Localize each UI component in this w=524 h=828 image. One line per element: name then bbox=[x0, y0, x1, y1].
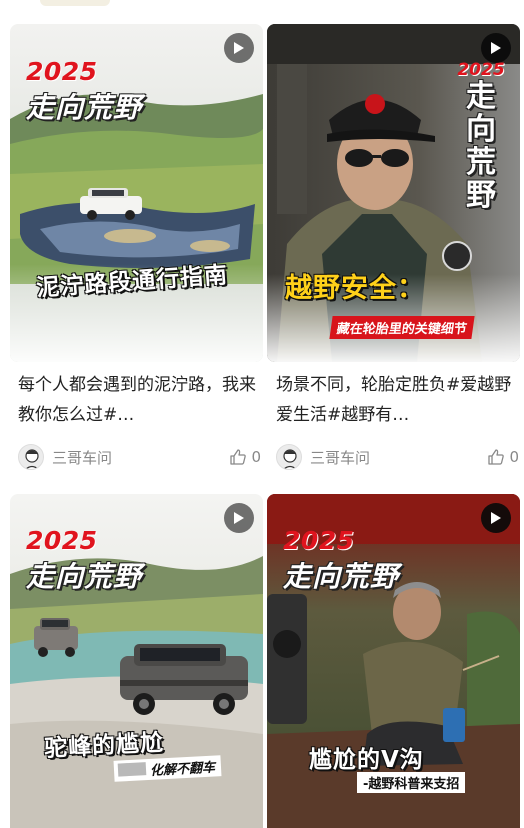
brand-year: 2025 bbox=[457, 60, 505, 80]
brand-slogan: 走向荒野 bbox=[26, 91, 143, 124]
brand-title: 2025 走向荒野 bbox=[283, 526, 399, 595]
brand-title: 2025 走向荒野 bbox=[26, 57, 142, 126]
play-icon[interactable] bbox=[224, 503, 254, 533]
brand-slogan: 走向荒野 bbox=[283, 560, 400, 593]
avatar[interactable] bbox=[18, 444, 44, 470]
play-icon[interactable] bbox=[481, 33, 511, 63]
brand-year: 2025 bbox=[283, 526, 355, 555]
video-caption[interactable]: 场景不同，轮胎定胜负#爱越野爱生活#越野有… bbox=[276, 370, 516, 430]
cover-subtitle: 藏在轮胎里的关键细节 bbox=[335, 322, 468, 337]
avatar[interactable] bbox=[276, 444, 302, 470]
cover-title-text: 尴尬的V沟 bbox=[309, 747, 424, 773]
cover-subtitle-box: 藏在轮胎里的关键细节 bbox=[329, 316, 475, 339]
cover-title: 尴尬的V沟 bbox=[309, 740, 424, 774]
video-thumbnail[interactable]: 2025 走向荒野 泥泞路段通行指南 bbox=[10, 24, 263, 362]
brand-year: 2025 bbox=[26, 526, 98, 555]
brand-year: 2025 bbox=[26, 57, 98, 86]
cover-title-text: 驼峰的尴尬 bbox=[43, 729, 165, 763]
like-count: 0 bbox=[509, 448, 519, 466]
cover-subtitle-box: -越野科普来支招 bbox=[357, 772, 466, 793]
cover-title: 越野安全： bbox=[285, 266, 425, 305]
brand-slogan: 走向荒野 bbox=[26, 560, 143, 593]
video-thumbnail[interactable]: 2025 走向荒野 尴尬的V沟 -越野科普来支招 bbox=[267, 494, 520, 828]
brand-title: 2025 走向荒野 bbox=[26, 526, 142, 595]
cover-subtitle: -越野科普来支招 bbox=[363, 777, 460, 792]
author-name[interactable]: 三哥车问 bbox=[310, 447, 370, 468]
play-icon[interactable] bbox=[481, 503, 511, 533]
play-icon[interactable] bbox=[224, 33, 254, 63]
video-meta: 三哥车问 0 bbox=[18, 444, 261, 470]
blurred-text-mask bbox=[117, 762, 147, 777]
cover-subtitle: 化解不翻车 bbox=[149, 760, 216, 779]
like-button[interactable]: 0 bbox=[487, 448, 519, 466]
previous-row-edge bbox=[0, 0, 524, 14]
brand-title: 2025 走向荒野 bbox=[456, 60, 506, 212]
like-count: 0 bbox=[251, 448, 261, 466]
like-button[interactable]: 0 bbox=[229, 448, 261, 466]
video-caption[interactable]: 每个人都会遇到的泥泞路，我来教你怎么过#… bbox=[18, 370, 258, 430]
thumbs-up-icon bbox=[230, 449, 247, 465]
video-meta: 三哥车问 0 bbox=[276, 444, 519, 470]
cover-title-text: 越野安全： bbox=[285, 273, 425, 304]
video-thumbnail[interactable]: 2025 走向荒野 越野安全： 藏在轮胎里的关键细节 bbox=[267, 24, 520, 362]
cover-title: 驼峰的尴尬 bbox=[43, 723, 165, 763]
thumbs-up-icon bbox=[488, 449, 505, 465]
video-feed-page: 2025 走向荒野 泥泞路段通行指南 每个人都会遇到的泥泞路，我来教你怎么过#…… bbox=[0, 0, 524, 828]
author-name[interactable]: 三哥车问 bbox=[52, 447, 112, 468]
brand-slogan: 走向荒野 bbox=[466, 79, 496, 213]
video-thumbnail[interactable]: 2025 走向荒野 驼峰的尴尬 化解不翻车 bbox=[10, 494, 263, 828]
